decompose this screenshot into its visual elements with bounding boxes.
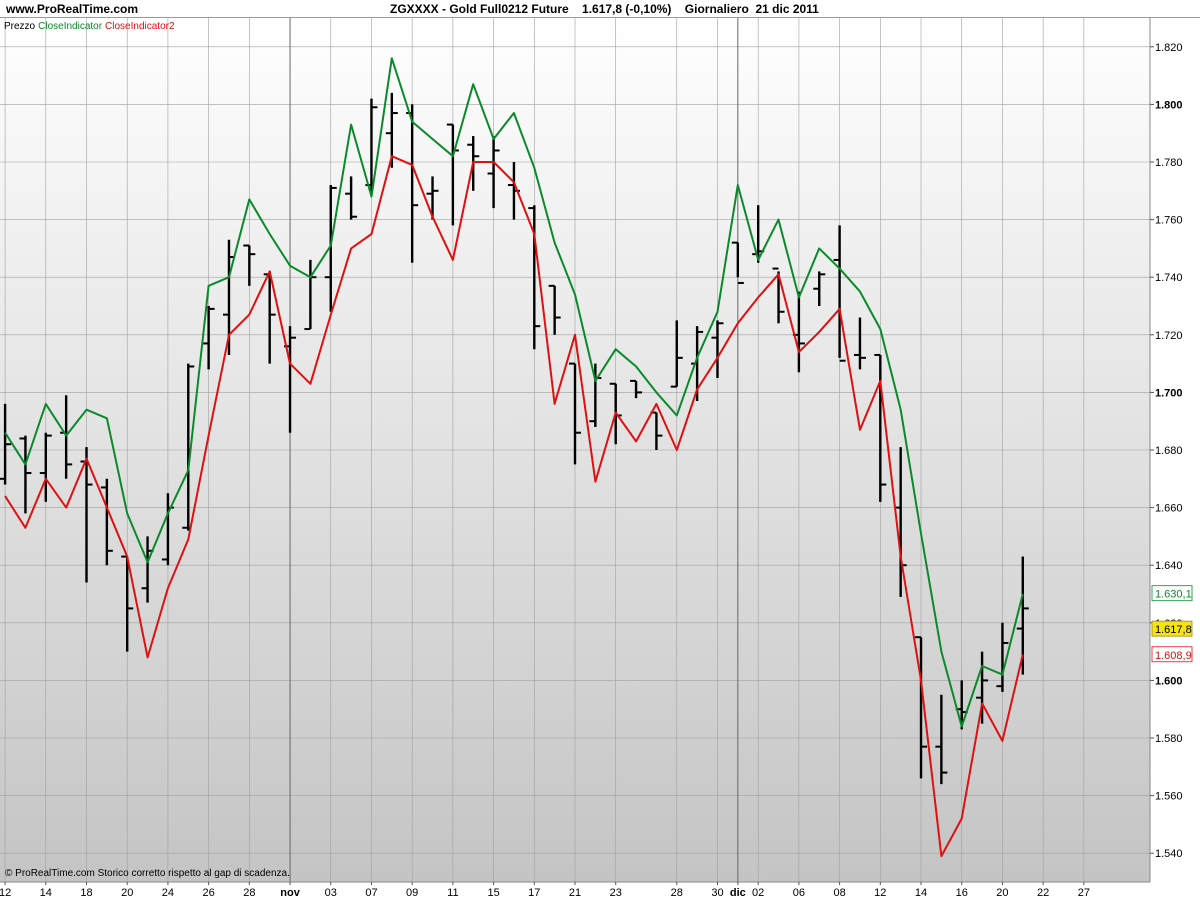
- y-axis: 1.5401.5601.5801.6001.6201.6401.6601.680…: [1150, 42, 1183, 860]
- x-tick-label: 14: [915, 887, 927, 899]
- x-tick-label: 16: [956, 887, 968, 899]
- x-tick-label: 06: [793, 887, 805, 899]
- y-tick-label: 1.740: [1155, 272, 1183, 284]
- x-tick-label: 12: [0, 887, 11, 899]
- y-tick-label: 1.600: [1155, 675, 1183, 687]
- y-tick-label: 1.800: [1155, 99, 1183, 111]
- x-tick-label: 07: [365, 887, 377, 899]
- x-tick-label: 03: [325, 887, 337, 899]
- x-tick-label: 28: [243, 887, 255, 899]
- x-tick-label: 14: [40, 887, 52, 899]
- x-tick-label: 26: [203, 887, 215, 899]
- legend: Prezzo CloseIndicator CloseIndicator2: [4, 21, 178, 32]
- x-tick-label: 09: [406, 887, 418, 899]
- legend-closeindicator2[interactable]: CloseIndicator2: [105, 21, 174, 32]
- price-labels: 1.630,1 1.617,8 1.608,9: [1151, 585, 1193, 663]
- price-label-red: 1.608,9: [1151, 646, 1193, 663]
- x-tick-label: 28: [671, 887, 683, 899]
- y-tick-label: 1.540: [1155, 848, 1183, 860]
- x-tick-label: 20: [996, 887, 1008, 899]
- x-tick-label: 20: [121, 887, 133, 899]
- y-tick-label: 1.700: [1155, 387, 1183, 399]
- x-tick-label: 08: [833, 887, 845, 899]
- x-tick-label: 18: [80, 887, 92, 899]
- x-tick-label: nov: [280, 887, 300, 899]
- y-tick-label: 1.580: [1155, 733, 1183, 745]
- x-tick-label: 22: [1037, 887, 1049, 899]
- copyright-note: © ProRealTime.com Storico corretto rispe…: [5, 868, 290, 879]
- x-tick-label: dic: [730, 887, 746, 899]
- x-tick-label: 24: [162, 887, 174, 899]
- y-tick-label: 1.760: [1155, 215, 1183, 227]
- x-tick-label: 02: [752, 887, 764, 899]
- legend-price[interactable]: Prezzo: [4, 21, 35, 32]
- x-tick-label: 23: [610, 887, 622, 899]
- x-tick-label: 27: [1078, 887, 1090, 899]
- y-tick-label: 1.820: [1155, 42, 1183, 54]
- chart-window: www.ProRealTime.com ZGXXXX - Gold Full02…: [0, 0, 1200, 900]
- price-label-text: 1.617,8: [1155, 624, 1192, 636]
- price-label-green: 1.630,1: [1151, 585, 1193, 602]
- price-label-text: 1.630,1: [1155, 589, 1192, 601]
- x-tick-label: 15: [487, 887, 499, 899]
- x-tick-label: 11: [447, 887, 458, 899]
- x-tick-label: 30: [711, 887, 723, 899]
- y-tick-label: 1.560: [1155, 791, 1183, 803]
- y-tick-label: 1.720: [1155, 330, 1183, 342]
- price-label-text: 1.608,9: [1155, 650, 1192, 662]
- x-tick-label: 21: [569, 887, 581, 899]
- x-tick-label: 12: [874, 887, 886, 899]
- price-chart[interactable]: 1.5401.5601.5801.6001.6201.6401.6601.680…: [0, 0, 1200, 900]
- y-tick-label: 1.640: [1155, 560, 1183, 572]
- price-label-last: 1.617,8: [1151, 620, 1193, 637]
- x-axis-background: [0, 882, 1200, 900]
- y-tick-label: 1.660: [1155, 503, 1183, 515]
- y-tick-label: 1.680: [1155, 445, 1183, 457]
- x-tick-label: 17: [528, 887, 540, 899]
- legend-closeindicator[interactable]: CloseIndicator: [38, 21, 102, 32]
- y-tick-label: 1.780: [1155, 157, 1183, 169]
